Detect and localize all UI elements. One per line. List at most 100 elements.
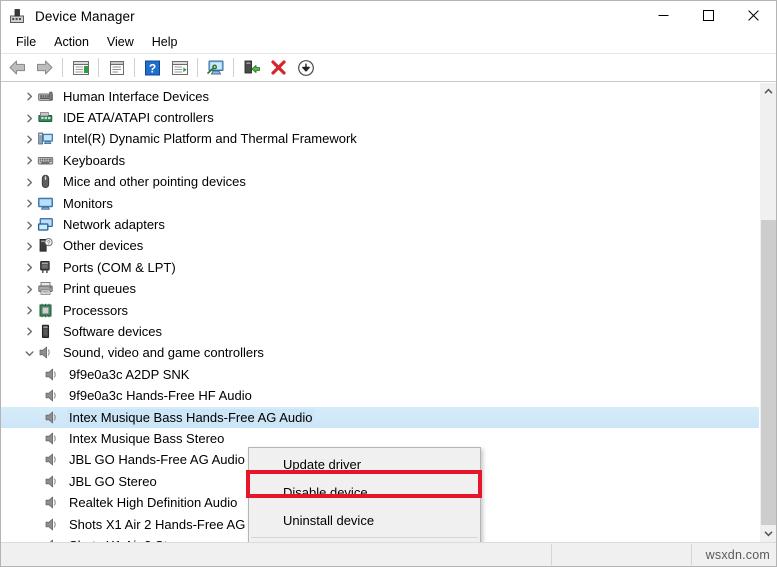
speaker-icon <box>43 494 61 512</box>
tree-device-row[interactable]: Intex Musique Bass Hands-Free AG Audio <box>1 406 759 429</box>
maximize-button[interactable] <box>686 1 731 30</box>
speaker-icon <box>43 516 61 534</box>
device-manager-icon <box>8 7 26 25</box>
uninstall-device-button[interactable] <box>266 56 291 79</box>
ide-controller-icon <box>37 109 55 127</box>
help-button[interactable]: ? <box>140 56 165 79</box>
context-menu-item-disable-device[interactable]: Disable device <box>249 478 480 506</box>
expand-collapse-toggle-expanded[interactable] <box>21 343 37 364</box>
console-tree-icon <box>72 60 89 75</box>
minimize-button[interactable] <box>641 1 686 30</box>
expand-collapse-toggle-collapsed[interactable] <box>21 108 37 129</box>
context-menu-item-scan-for-hardware-changes[interactable]: Scan for hardware changes <box>249 541 480 542</box>
chevron-right-icon <box>26 156 32 165</box>
expand-collapse-toggle-collapsed[interactable] <box>21 150 37 171</box>
context-menu-separator <box>251 537 478 538</box>
menu-action[interactable]: Action <box>45 33 98 51</box>
close-icon <box>748 10 759 21</box>
tree-item-label: Realtek High Definition Audio <box>69 495 238 511</box>
tree-category-row[interactable]: Network adapters <box>1 214 759 235</box>
menu-view[interactable]: View <box>98 33 143 51</box>
update-driver-icon <box>244 60 260 74</box>
menu-help[interactable]: Help <box>143 33 187 51</box>
tree-category-row[interactable]: Software devices <box>1 321 759 342</box>
monitor-scan-icon <box>206 60 223 75</box>
chevron-right-icon <box>26 178 32 187</box>
disable-device-button[interactable] <box>293 56 318 79</box>
back-button[interactable] <box>5 56 30 79</box>
toolbar-separator <box>98 58 99 77</box>
tree-item-label: Intex Musique Bass Hands-Free AG Audio <box>67 408 315 427</box>
scroll-up-button[interactable] <box>760 83 776 100</box>
context-menu[interactable]: Update driver Disable device Uninstall d… <box>246 447 482 542</box>
context-menu-item-uninstall-device[interactable]: Uninstall device <box>249 506 480 534</box>
tree-category-row[interactable]: Monitors <box>1 193 759 214</box>
forward-button[interactable] <box>32 56 57 79</box>
forward-arrow-icon <box>37 60 53 75</box>
tree-device-row[interactable]: 9f9e0a3c Hands-Free HF Audio <box>1 385 759 406</box>
chevron-right-icon <box>26 263 32 272</box>
title-bar: Device Manager <box>1 1 776 31</box>
monitor-icon <box>37 195 55 213</box>
tree-item-label: Ports (COM & LPT) <box>63 259 176 275</box>
properties-button[interactable] <box>104 56 129 79</box>
chevron-right-icon <box>26 92 32 101</box>
expand-collapse-toggle-collapsed[interactable] <box>21 257 37 278</box>
tree-item-label: 9f9e0a3c Hands-Free HF Audio <box>69 388 252 404</box>
svg-text:?: ? <box>149 61 156 75</box>
toolbar-separator <box>233 58 234 77</box>
scan-hardware-changes-button[interactable] <box>203 56 228 79</box>
tree-item-label: Intel(R) Dynamic Platform and Thermal Fr… <box>63 131 357 147</box>
show-hide-console-tree-button[interactable] <box>68 56 93 79</box>
tree-category-row[interactable]: Ports (COM & LPT) <box>1 257 759 278</box>
content-area: Human Interface Devices IDE ATA/ATAPI con… <box>1 82 776 542</box>
network-adapter-icon <box>37 216 55 234</box>
vertical-scrollbar[interactable] <box>759 83 776 542</box>
tree-category-row[interactable]: Print queues <box>1 279 759 300</box>
menu-file[interactable]: File <box>7 33 45 51</box>
expand-collapse-toggle-collapsed[interactable] <box>21 279 37 300</box>
tree-category-row[interactable]: Mice and other pointing devices <box>1 172 759 193</box>
tree-category-row[interactable]: Human Interface Devices <box>1 86 759 107</box>
speaker-icon <box>43 409 61 427</box>
tree-category-row[interactable]: Intel(R) Dynamic Platform and Thermal Fr… <box>1 129 759 150</box>
expand-collapse-toggle-collapsed[interactable] <box>21 236 37 257</box>
tree-item-label: Monitors <box>63 195 113 211</box>
tree-category-row[interactable]: ? Other devices <box>1 236 759 257</box>
hid-icon <box>37 88 55 106</box>
tree-category-row[interactable]: Sound, video and game controllers <box>1 343 759 364</box>
chevron-right-icon <box>26 285 32 294</box>
view-button[interactable] <box>167 56 192 79</box>
device-manager-window: Device Manager File Action View Help ? H… <box>0 0 777 567</box>
scroll-down-button[interactable] <box>760 525 776 542</box>
minimize-icon <box>658 15 669 16</box>
close-button[interactable] <box>731 1 776 30</box>
unknown-device-icon: ? <box>37 237 55 255</box>
software-device-icon <box>37 323 55 341</box>
tree-item-label: Human Interface Devices <box>63 88 209 104</box>
expand-collapse-toggle-collapsed[interactable] <box>21 300 37 321</box>
scrollbar-thumb[interactable] <box>761 220 776 525</box>
window-controls <box>641 1 776 30</box>
back-arrow-icon <box>9 60 25 75</box>
properties-window-icon <box>109 60 124 75</box>
toolbar-separator <box>197 58 198 77</box>
expand-collapse-toggle-collapsed[interactable] <box>21 129 37 150</box>
chevron-down-icon <box>764 531 773 537</box>
chevron-right-icon <box>26 114 32 123</box>
tree-category-row[interactable]: IDE ATA/ATAPI controllers <box>1 107 759 128</box>
expand-collapse-toggle-collapsed[interactable] <box>21 86 37 107</box>
maximize-icon <box>703 10 714 21</box>
expand-collapse-toggle-collapsed[interactable] <box>21 321 37 342</box>
context-menu-item-update-driver[interactable]: Update driver <box>249 450 480 478</box>
window-title: Device Manager <box>35 8 135 24</box>
tree-device-row[interactable]: 9f9e0a3c A2DP SNK <box>1 364 759 385</box>
tree-category-row[interactable]: Processors <box>1 300 759 321</box>
expand-collapse-toggle-collapsed[interactable] <box>21 215 37 236</box>
expand-collapse-toggle-collapsed[interactable] <box>21 193 37 214</box>
update-driver-button[interactable] <box>239 56 264 79</box>
tree-category-row[interactable]: Keyboards <box>1 150 759 171</box>
chevron-right-icon <box>26 242 32 251</box>
help-question-icon: ? <box>145 60 160 75</box>
expand-collapse-toggle-collapsed[interactable] <box>21 172 37 193</box>
